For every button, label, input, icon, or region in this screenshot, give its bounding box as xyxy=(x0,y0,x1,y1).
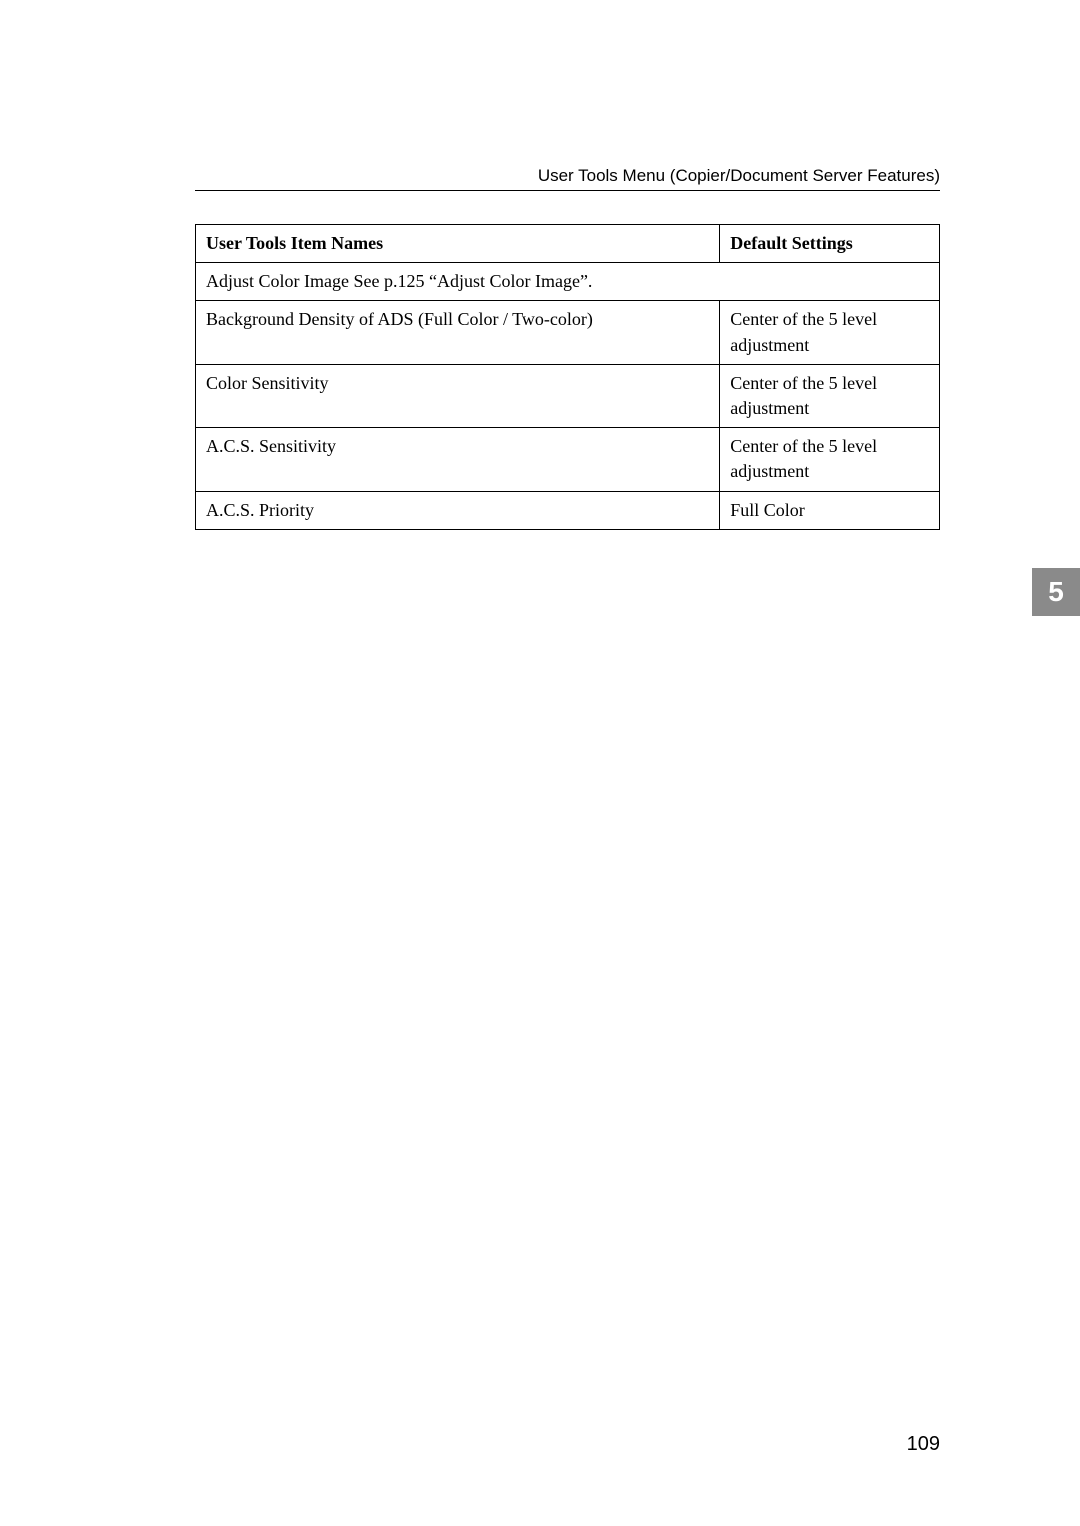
page-number: 109 xyxy=(907,1433,940,1456)
table-row: A.C.S. Sensitivity Center of the 5 level… xyxy=(196,428,940,491)
table-header-names: User Tools Item Names xyxy=(196,225,720,263)
page-header: User Tools Menu (Copier/Document Server … xyxy=(538,166,940,186)
settings-table: User Tools Item Names Default Settings A… xyxy=(195,224,940,530)
table-cell-default: Center of the 5 level adjustment xyxy=(720,428,940,491)
table-header-defaults: Default Settings xyxy=(720,225,940,263)
table-cell-default: Center of the 5 level adjustment xyxy=(720,301,940,364)
table-cell-default: Full Color xyxy=(720,491,940,529)
table-row: Background Density of ADS (Full Color / … xyxy=(196,301,940,364)
section-number: 5 xyxy=(1048,576,1064,608)
table-row: A.C.S. Priority Full Color xyxy=(196,491,940,529)
table-header-row: User Tools Item Names Default Settings xyxy=(196,225,940,263)
table-row: Adjust Color Image See p.125 “Adjust Col… xyxy=(196,263,940,301)
table-cell-default: Center of the 5 level adjustment xyxy=(720,364,940,427)
table-cell-name: Color Sensitivity xyxy=(196,364,720,427)
table-row: Color Sensitivity Center of the 5 level … xyxy=(196,364,940,427)
table-cell: Adjust Color Image See p.125 “Adjust Col… xyxy=(196,263,940,301)
header-divider xyxy=(195,190,940,191)
table-cell-name: Background Density of ADS (Full Color / … xyxy=(196,301,720,364)
table-cell-name: A.C.S. Sensitivity xyxy=(196,428,720,491)
table-cell-name: A.C.S. Priority xyxy=(196,491,720,529)
section-tab: 5 xyxy=(1032,568,1080,616)
